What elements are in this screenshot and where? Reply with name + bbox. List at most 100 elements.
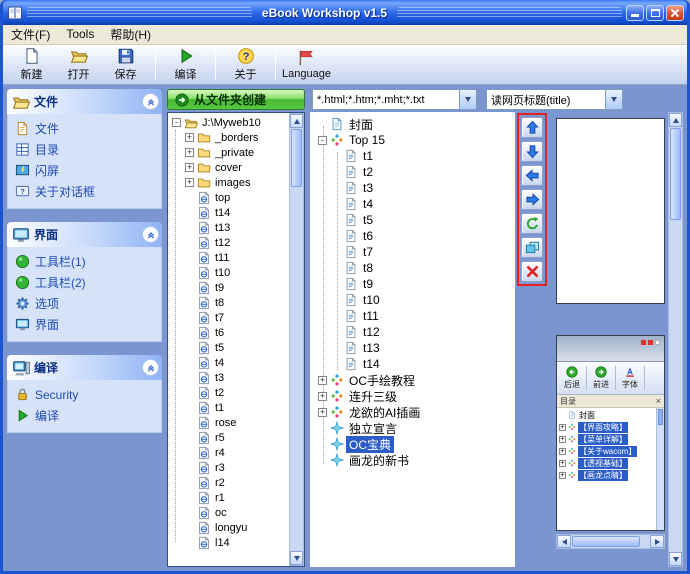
toolbar-language-button[interactable]: Language [282,47,331,83]
content-tree-item[interactable]: +OC手绘教程 [318,372,515,388]
sidebar-item-toolbar-2[interactable]: 工具栏(2) [15,274,157,291]
mini-close-icon[interactable]: × [656,397,661,406]
menu-help[interactable]: 帮助(H) [102,24,159,46]
content-tree-item[interactable]: 独立宣言 [318,420,515,436]
file-tree-file[interactable]: t3 [171,370,289,385]
mini-scroll-thumb[interactable] [658,409,663,425]
sidebar-item-about-dialog[interactable]: ?关于对话框 [15,183,157,200]
file-tree-file[interactable]: t11 [171,250,289,265]
scroll-down-button[interactable] [290,551,303,565]
expander-minus-icon[interactable]: - [172,118,181,127]
file-tree-file[interactable]: t1 [171,400,289,415]
content-tree-item[interactable]: t5 [318,212,515,228]
file-tree-folder[interactable]: +_private [171,145,289,160]
scroll-track[interactable] [669,127,682,552]
content-tree-item[interactable]: t8 [318,260,515,276]
content-tree-item[interactable]: t3 [318,180,515,196]
sidebar-item-toolbar-1[interactable]: 工具栏(1) [15,253,157,270]
content-tree-item[interactable]: t6 [318,228,515,244]
expander-plus-icon[interactable]: + [185,133,194,142]
scroll-track[interactable] [571,535,650,548]
preview-vscrollbar[interactable] [668,112,683,567]
file-tree-scrollbar[interactable] [289,113,304,566]
content-tree-item[interactable]: 封面 [318,116,515,132]
scroll-left-button[interactable] [557,535,571,548]
content-tree-item[interactable]: t1 [318,148,515,164]
content-tree-item[interactable]: OC宝典 [318,436,515,452]
content-tree-item[interactable]: t12 [318,324,515,340]
expander-plus-icon[interactable]: + [318,408,327,417]
move-down-button[interactable] [521,141,543,162]
scroll-up-button[interactable] [290,114,303,128]
scroll-right-button[interactable] [650,535,664,548]
scroll-down-button[interactable] [669,552,682,566]
content-tree-item[interactable]: +连升三级 [318,388,515,404]
merge-button[interactable] [521,237,543,258]
file-tree-file[interactable]: longyu [171,520,289,535]
menu-file[interactable]: 文件(F) [3,24,58,46]
toolbar-about-button[interactable]: ?关于 [222,47,269,83]
file-tree-file[interactable]: t13 [171,220,289,235]
content-tree-item[interactable]: t11 [318,308,515,324]
collapse-button[interactable] [142,226,159,243]
file-tree-file[interactable]: t2 [171,385,289,400]
file-tree-file[interactable]: t12 [171,235,289,250]
file-tree-file[interactable]: top [171,190,289,205]
file-tree-file[interactable]: t9 [171,280,289,295]
expander-plus-icon[interactable]: + [185,148,194,157]
expander-plus-icon[interactable]: + [185,178,194,187]
content-tree-item[interactable]: t4 [318,196,515,212]
content-tree-item[interactable]: 画龙的新书 [318,452,515,468]
scroll-thumb[interactable] [291,129,302,187]
sidebar-item-file[interactable]: 文件 [15,120,157,137]
content-tree-item[interactable]: +龙欲的AI插画 [318,404,515,420]
file-tree-file[interactable]: r5 [171,430,289,445]
sidebar-item-interface[interactable]: 界面 [15,316,157,333]
expander-plus-icon[interactable]: + [318,376,327,385]
content-tree-item[interactable]: t10 [318,292,515,308]
preview-hscrollbar[interactable] [556,534,665,549]
file-tree-folder[interactable]: +cover [171,160,289,175]
delete-button[interactable] [521,261,543,282]
scroll-track[interactable] [290,128,303,551]
file-tree-file[interactable]: r2 [171,475,289,490]
sidebar-section-compile-header[interactable]: 编译 [7,355,162,380]
toolbar-save-button[interactable]: 保存 [102,47,149,83]
move-left-button[interactable] [521,165,543,186]
sidebar-item-options[interactable]: 选项 [15,295,157,312]
content-tree-item[interactable]: t2 [318,164,515,180]
file-tree-file[interactable]: l14 [171,535,289,550]
file-types-dropdown-button[interactable] [459,90,476,109]
title-mode-dropdown-button[interactable] [605,90,622,109]
minimize-button[interactable] [626,5,644,21]
move-right-button[interactable] [521,189,543,210]
expander-plus-icon[interactable]: + [185,163,194,172]
title-mode-combo[interactable]: 读网页标题(title) [486,89,623,110]
file-tree-file[interactable]: r1 [171,490,289,505]
menu-tools[interactable]: Tools [58,25,102,44]
file-tree-file[interactable]: r4 [171,445,289,460]
sidebar-item-compile[interactable]: 编译 [15,407,157,424]
sidebar-item-toc[interactable]: 目录 [15,141,157,158]
file-tree-file[interactable]: oc [171,505,289,520]
scroll-thumb[interactable] [572,536,640,547]
toolbar-compile-button[interactable]: 编译 [162,47,209,83]
expander-minus-icon[interactable]: - [318,136,327,145]
move-up-button[interactable] [521,117,543,138]
content-tree-item[interactable]: t9 [318,276,515,292]
file-tree-file[interactable]: t5 [171,340,289,355]
file-tree-file[interactable]: t6 [171,325,289,340]
content-tree-item[interactable]: t14 [318,356,515,372]
file-tree-file[interactable]: t7 [171,310,289,325]
sidebar-section-file-header[interactable]: 文件 [7,89,162,114]
close-button[interactable] [666,5,684,21]
scroll-thumb[interactable] [670,128,681,220]
refresh-button[interactable] [521,213,543,234]
file-tree-file[interactable]: rose [171,415,289,430]
title-bar[interactable]: eBook Workshop v1.5 [3,0,687,25]
collapse-button[interactable] [142,359,159,376]
scroll-up-button[interactable] [669,113,682,127]
toolbar-open-button[interactable]: 打开 [55,47,102,83]
expander-plus-icon[interactable]: + [318,392,327,401]
content-tree-item[interactable]: t7 [318,244,515,260]
